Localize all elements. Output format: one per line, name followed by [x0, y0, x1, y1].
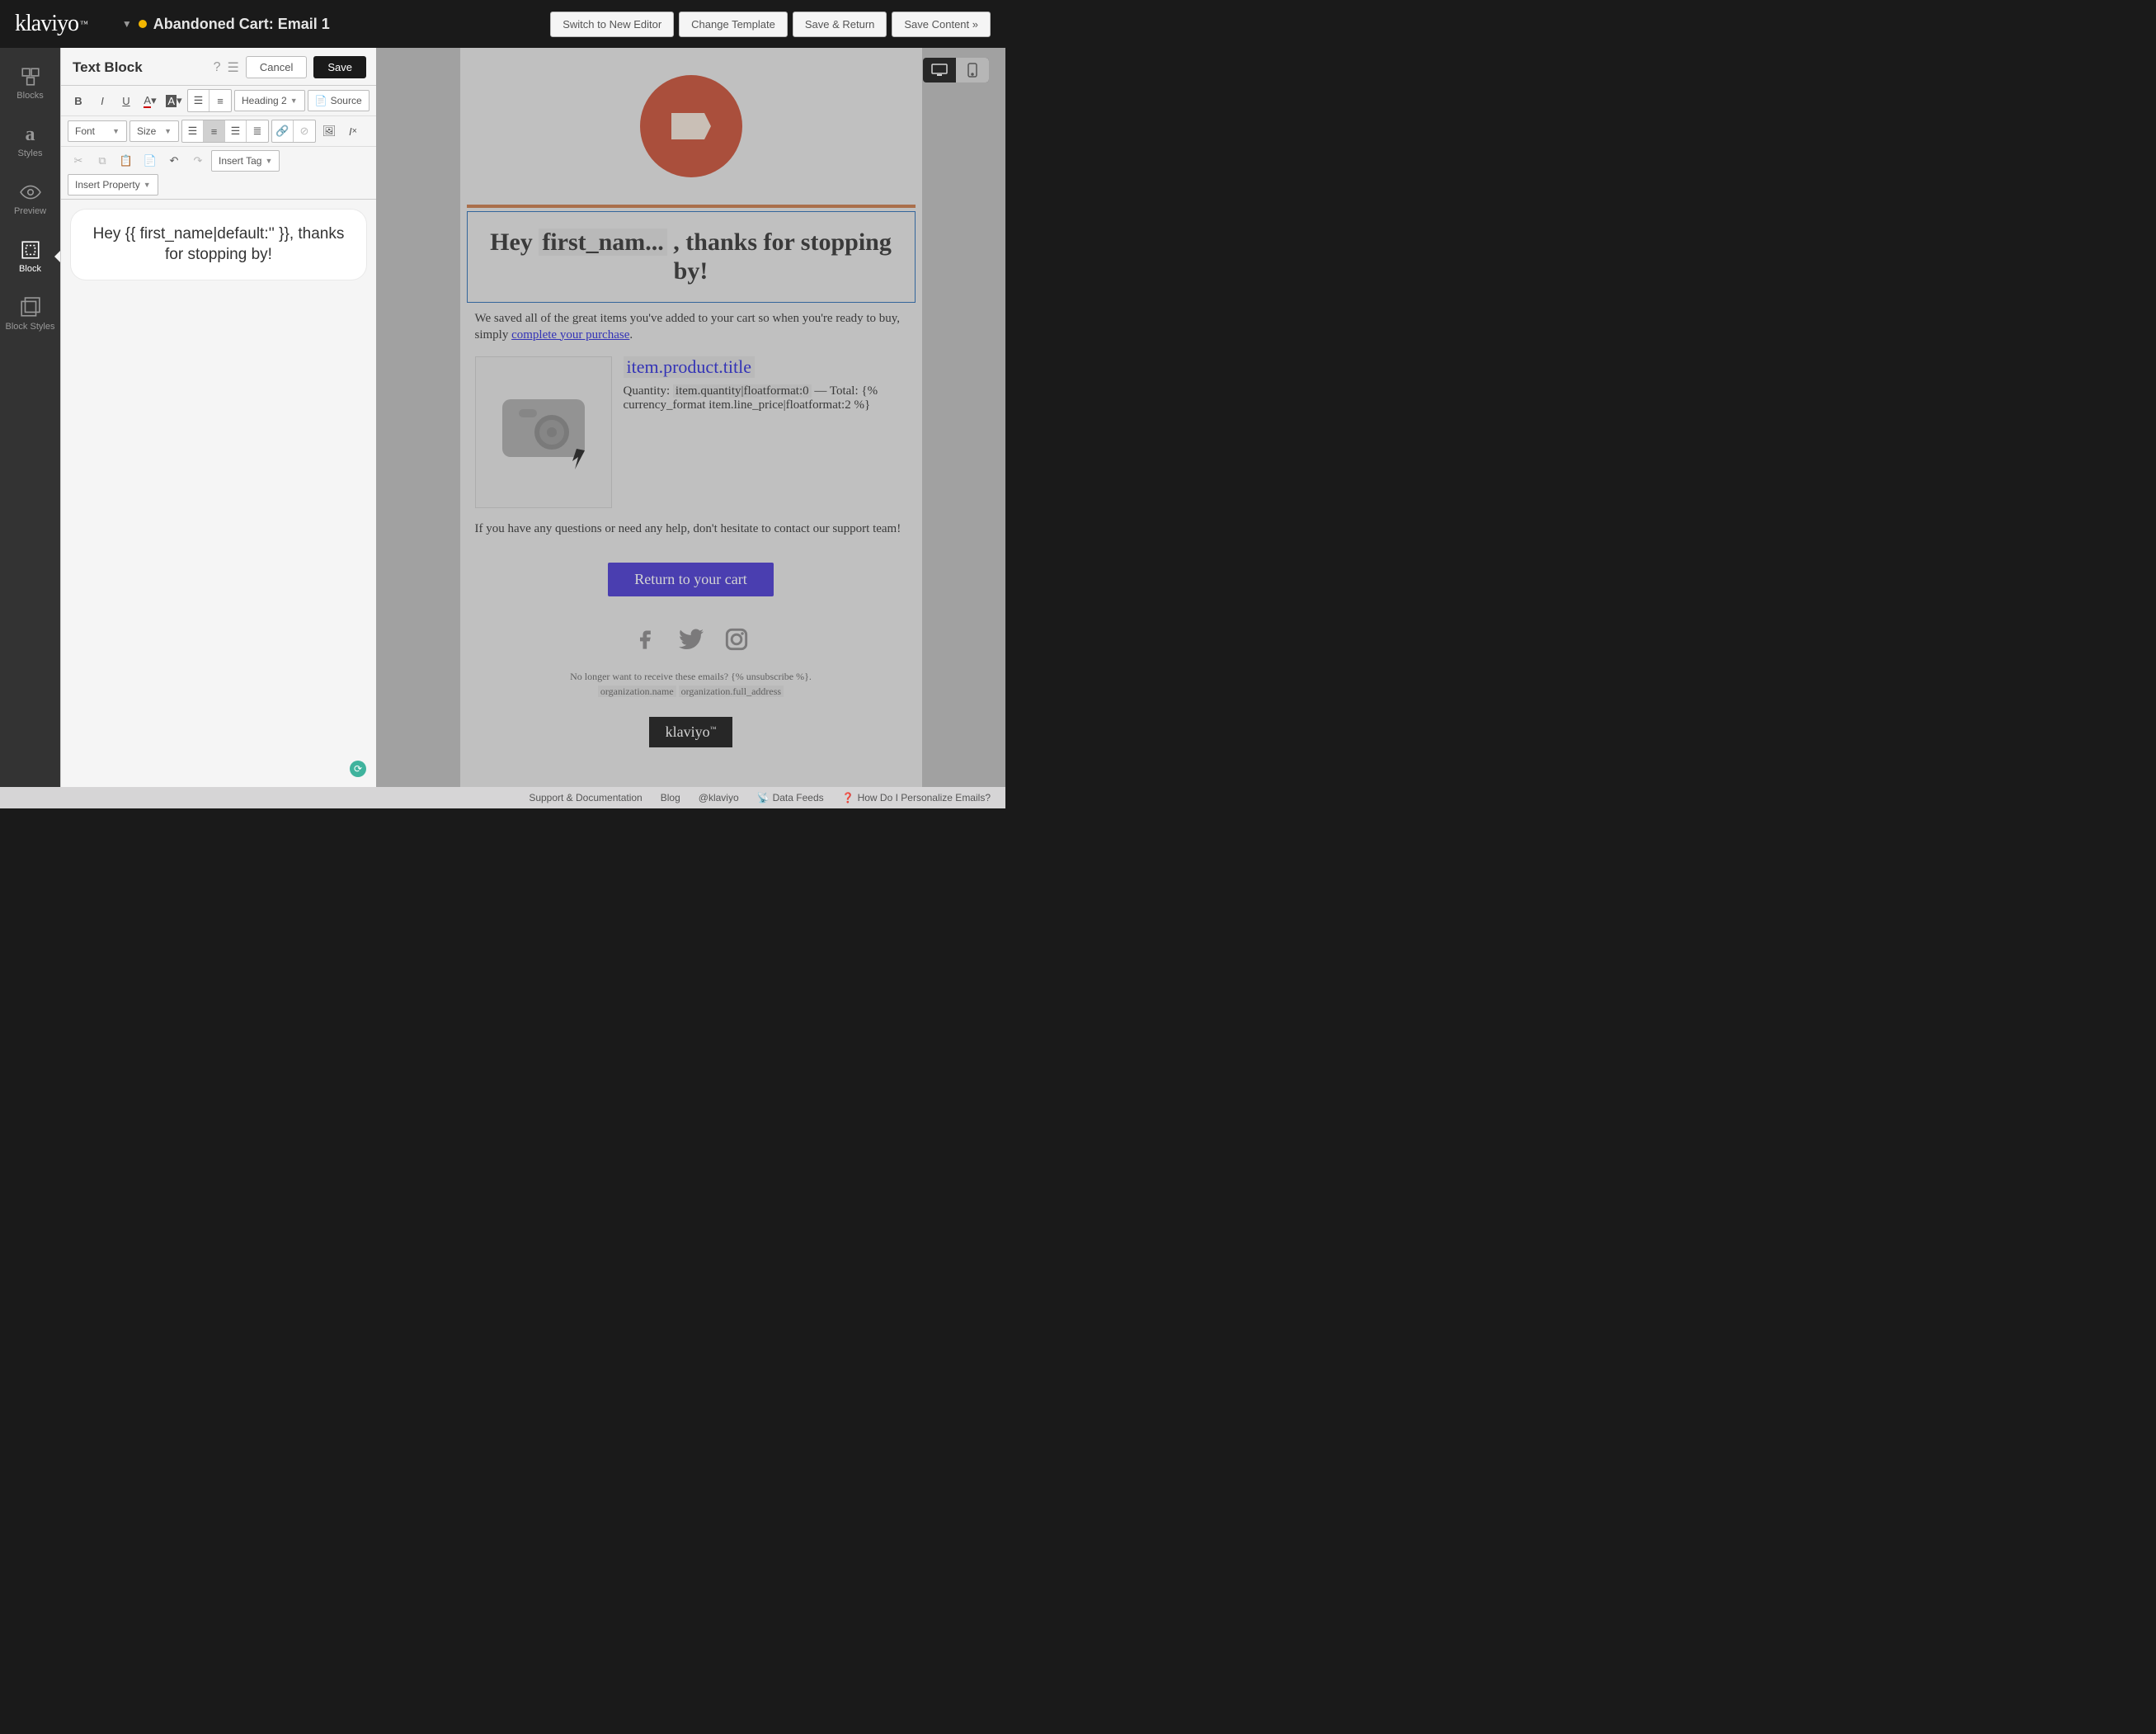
save-button[interactable]: Save: [313, 56, 366, 78]
help-icon[interactable]: ?: [214, 60, 221, 75]
facebook-icon[interactable]: [634, 628, 657, 651]
instagram-icon[interactable]: [725, 628, 748, 651]
change-template-button[interactable]: Change Template: [679, 12, 788, 37]
cut-button[interactable]: ✂: [68, 150, 89, 172]
nav-styles[interactable]: a Styles: [0, 119, 60, 163]
divider: [467, 205, 916, 208]
rte-toolbar: B I U A▾ A▾ ☰ ≡ Heading 2▼ 📄 Source Font…: [61, 85, 376, 200]
bottom-bar: Support & Documentation Blog @klaviyo 📡D…: [0, 787, 1005, 808]
editor-title: Text Block: [73, 59, 143, 76]
nav-block[interactable]: Block: [0, 234, 60, 279]
bullet-list-button[interactable]: ☰: [188, 90, 209, 111]
blog-link[interactable]: Blog: [661, 792, 680, 803]
size-select[interactable]: Size▼: [129, 120, 179, 142]
device-toggle: [923, 58, 989, 82]
source-button[interactable]: 📄 Source: [308, 90, 370, 111]
complete-purchase-link[interactable]: complete your purchase: [511, 328, 629, 342]
headline-block[interactable]: Hey first_nam... , thanks for stopping b…: [467, 211, 916, 303]
firstname-tag: first_nam...: [539, 229, 666, 256]
align-justify-button[interactable]: ≣: [247, 120, 268, 142]
image-button[interactable]: 🖼: [318, 120, 340, 142]
text-color-button[interactable]: A▾: [139, 90, 161, 111]
cancel-button[interactable]: Cancel: [246, 56, 307, 78]
klaviyo-logo[interactable]: klaviyo™: [15, 11, 87, 37]
editor-panel: Text Block ? ☰ Cancel Save B I U A▾ A▾ ☰…: [60, 48, 376, 787]
product-title-tag: item.product.title: [624, 356, 756, 378]
rss-icon: 📡: [757, 792, 770, 803]
intro-text[interactable]: We saved all of the great items you've a…: [460, 303, 922, 351]
org-address-tag: organization.full_address: [679, 686, 784, 697]
email-canvas: Hey first_nam... , thanks for stopping b…: [376, 48, 1005, 787]
heading-select[interactable]: Heading 2▼: [234, 90, 305, 111]
nav-blocks[interactable]: Blocks: [0, 61, 60, 106]
switch-editor-button[interactable]: Switch to New Editor: [550, 12, 674, 37]
bold-button[interactable]: B: [68, 90, 89, 111]
refresh-icon[interactable]: ⟳: [350, 761, 366, 777]
twitter-link[interactable]: @klaviyo: [699, 792, 739, 803]
support-docs-link[interactable]: Support & Documentation: [529, 792, 642, 803]
qty-tag: item.quantity|floatformat:0: [673, 384, 812, 398]
support-text[interactable]: If you have any questions or need any he…: [460, 513, 922, 546]
brand-logo-icon: [640, 75, 742, 177]
desktop-view-button[interactable]: [923, 58, 956, 82]
return-cart-button[interactable]: Return to your cart: [608, 563, 773, 596]
italic-button[interactable]: I: [92, 90, 113, 111]
header-actions: Switch to New Editor Change Template Sav…: [550, 12, 991, 37]
email-hero[interactable]: [460, 48, 922, 205]
status-dot-icon: [139, 20, 147, 28]
align-center-button[interactable]: ≡: [204, 120, 225, 142]
block-styles-icon: [20, 297, 41, 318]
menu-icon[interactable]: ☰: [228, 59, 239, 76]
align-left-button[interactable]: ☰: [182, 120, 204, 142]
styles-icon: a: [20, 124, 41, 145]
unlink-button[interactable]: ⊘: [294, 120, 315, 142]
block-icon: [20, 239, 41, 261]
nav-preview[interactable]: Preview: [0, 177, 60, 221]
link-button[interactable]: 🔗: [272, 120, 294, 142]
left-nav: Blocks a Styles Preview Block Block Styl…: [0, 48, 60, 787]
save-return-button[interactable]: Save & Return: [793, 12, 887, 37]
data-feeds-link[interactable]: 📡Data Feeds: [757, 792, 824, 803]
page-title: Abandoned Cart: Email 1: [153, 16, 330, 33]
paste-button[interactable]: 📋: [115, 150, 137, 172]
undo-button[interactable]: ↶: [163, 150, 185, 172]
clear-format-button[interactable]: I×: [342, 120, 364, 142]
blocks-icon: [20, 66, 41, 87]
copy-button[interactable]: ⧉: [92, 150, 113, 172]
eye-icon: [20, 181, 41, 203]
bg-color-button[interactable]: A▾: [163, 90, 185, 111]
email-preview: Hey first_nam... , thanks for stopping b…: [460, 48, 922, 787]
klaviyo-footer[interactable]: klaviyo™: [460, 702, 922, 767]
top-bar: klaviyo™ ▼ Abandoned Cart: Email 1 Switc…: [0, 0, 1005, 48]
paste-text-button[interactable]: 📄: [139, 150, 161, 172]
product-image-placeholder: [475, 356, 612, 508]
caret-down-icon[interactable]: ▼: [122, 18, 132, 30]
insert-tag-select[interactable]: Insert Tag▼: [211, 150, 280, 172]
twitter-icon[interactable]: [679, 628, 704, 651]
text-editor-content[interactable]: Hey {{ first_name|default:'' }}, thanks …: [71, 210, 366, 280]
redo-button[interactable]: ↷: [187, 150, 209, 172]
save-content-button[interactable]: Save Content »: [892, 12, 991, 37]
social-row[interactable]: [460, 613, 922, 666]
nav-block-styles[interactable]: Block Styles: [0, 292, 60, 337]
unsubscribe-text[interactable]: No longer want to receive these emails? …: [460, 666, 922, 702]
help-circle-icon: ❓: [842, 792, 854, 803]
personalize-help-link[interactable]: ❓How Do I Personalize Emails?: [842, 792, 991, 803]
product-block[interactable]: item.product.title Quantity: item.quanti…: [460, 351, 922, 513]
insert-property-select[interactable]: Insert Property▼: [68, 174, 158, 196]
org-name-tag: organization.name: [598, 686, 676, 697]
mobile-view-button[interactable]: [956, 58, 989, 82]
font-select[interactable]: Font▼: [68, 120, 127, 142]
underline-button[interactable]: U: [115, 90, 137, 111]
number-list-button[interactable]: ≡: [209, 90, 231, 111]
align-right-button[interactable]: ☰: [225, 120, 247, 142]
